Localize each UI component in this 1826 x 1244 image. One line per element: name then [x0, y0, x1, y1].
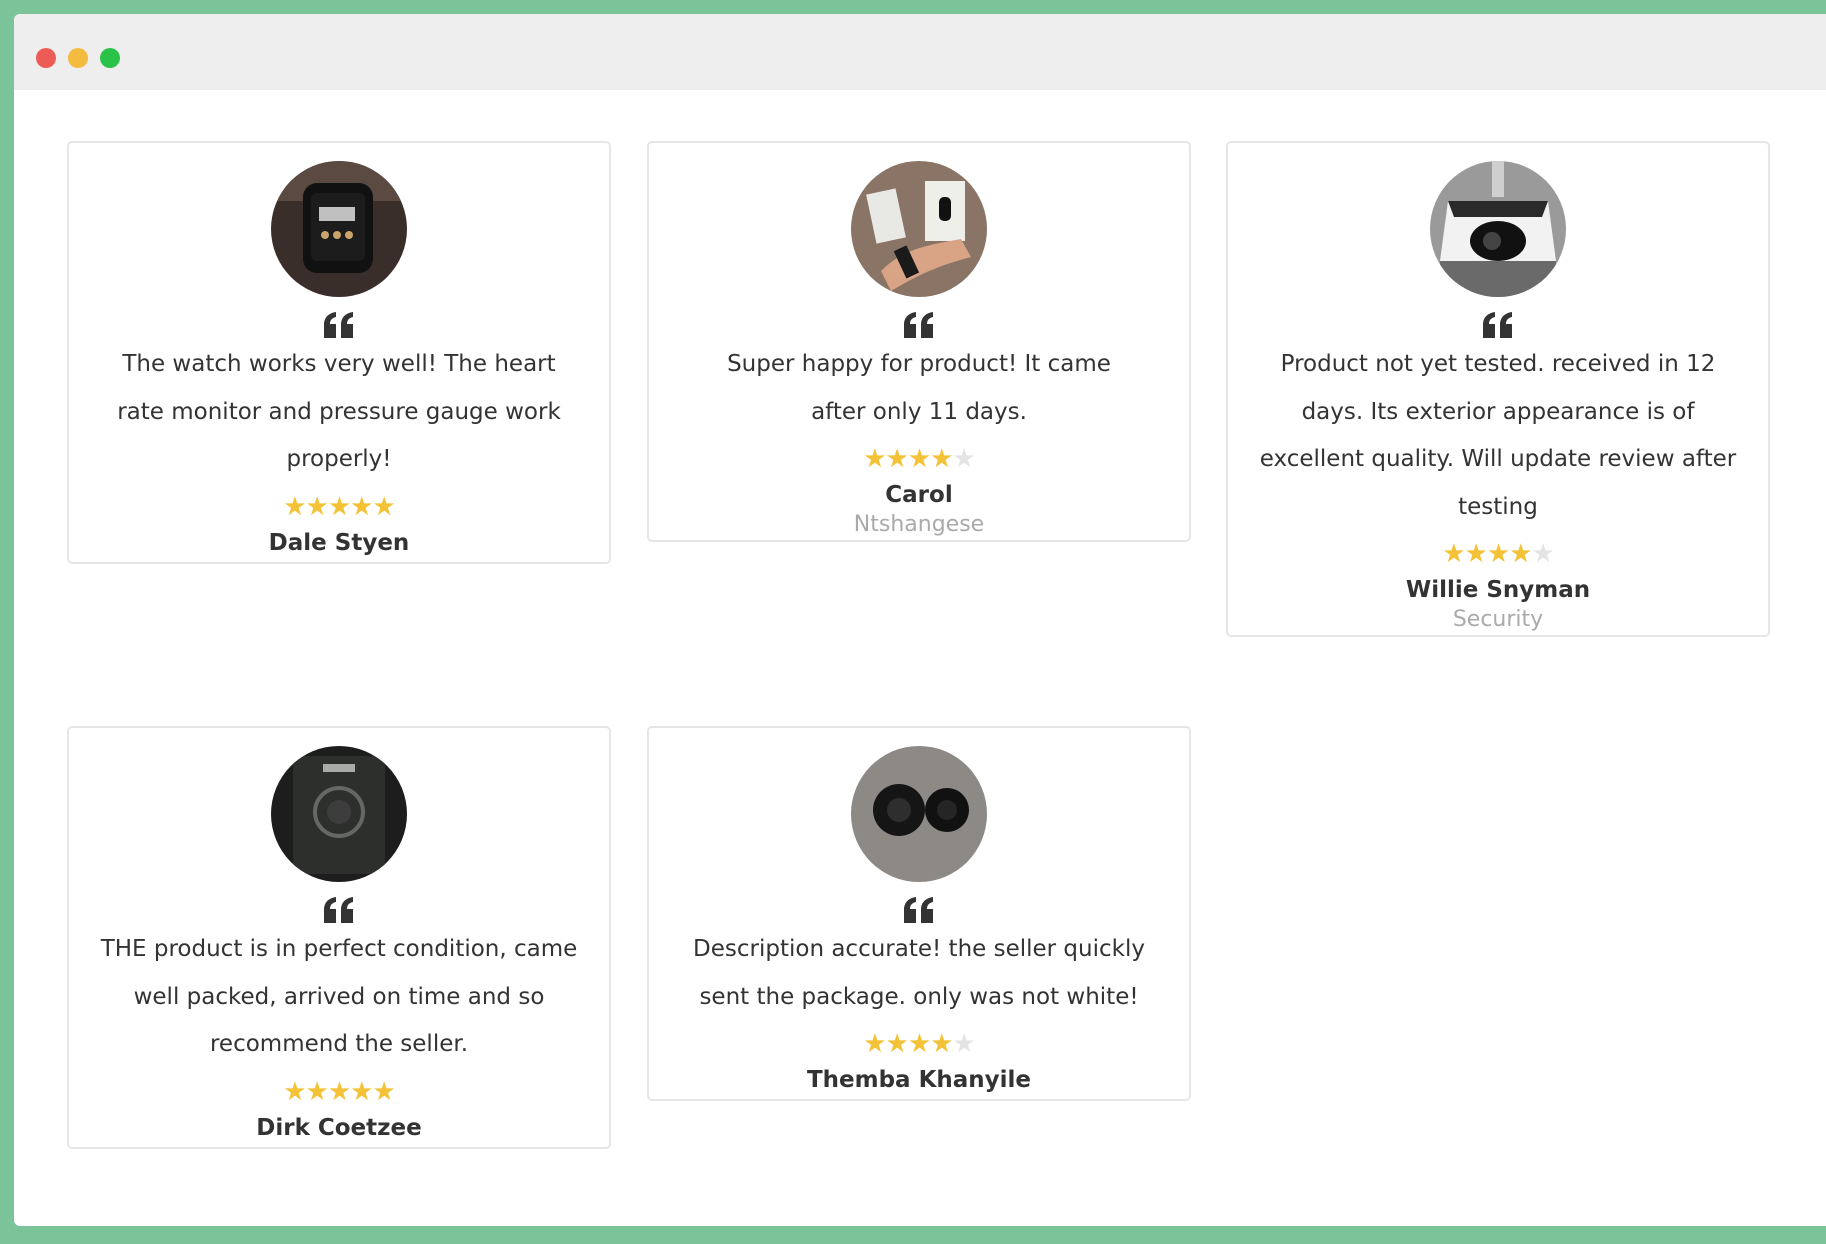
star-icon: ★: [1464, 538, 1488, 568]
star-icon: ★: [863, 443, 886, 473]
review-card: Super happy for product! It came after o…: [647, 141, 1191, 542]
reviewer-name: Carol: [885, 482, 953, 508]
star-icon: ★: [952, 443, 975, 473]
product-photo-fitness-band: [851, 161, 987, 297]
maximize-window-button[interactable]: [100, 48, 120, 68]
quote-icon: [904, 312, 933, 338]
star-icon: ★: [1486, 538, 1510, 568]
minimize-window-button[interactable]: [68, 48, 88, 68]
star-rating: ★★★★★: [649, 1027, 1189, 1059]
star-icon: ★: [305, 490, 329, 521]
review-card: Description accurate! the seller quickly…: [647, 726, 1191, 1101]
star-rating: ★★★★★: [1228, 537, 1768, 569]
star-icon: ★: [885, 443, 909, 473]
quote-icon: [324, 312, 353, 338]
star-icon: ★: [350, 490, 373, 521]
reviewer-role: Security: [1452, 607, 1544, 632]
star-icon: ★: [372, 1075, 395, 1106]
review-card: The watch works very well! The heart rat…: [67, 141, 611, 564]
reviewer-name: Themba Khanyile: [806, 1067, 1032, 1093]
star-icon: ★: [952, 1028, 975, 1058]
product-photo-earbuds: [851, 746, 987, 882]
star-icon: ★: [327, 1075, 351, 1106]
reviewer-name: Willie Snyman: [1405, 577, 1591, 603]
quote-icon: [904, 897, 933, 923]
star-icon: ★: [283, 490, 306, 521]
product-photo-smartwatch: [271, 161, 407, 297]
star-icon: ★: [930, 1028, 953, 1058]
star-icon: ★: [372, 490, 395, 521]
review-text: Product not yet tested. received in 12 d…: [1259, 351, 1737, 520]
reviewer-role: Ntshangese: [853, 512, 985, 537]
star-icon: ★: [350, 1075, 373, 1106]
star-icon: ★: [1509, 538, 1532, 568]
star-icon: ★: [327, 490, 351, 521]
product-photo-boxed-watch: [271, 746, 407, 882]
star-icon: ★: [907, 443, 931, 473]
reviewer-name: Dirk Coetzee: [256, 1114, 422, 1141]
star-icon: ★: [863, 1028, 886, 1058]
window-titlebar: [14, 14, 1826, 90]
review-card: THE product is in perfect condition, cam…: [67, 726, 611, 1149]
review-text: The watch works very well! The heart rat…: [117, 351, 561, 472]
star-icon: ★: [1442, 538, 1465, 568]
star-rating: ★★★★★: [69, 1075, 609, 1107]
close-window-button[interactable]: [36, 48, 56, 68]
star-icon: ★: [1531, 538, 1554, 568]
star-rating: ★★★★★: [69, 490, 609, 522]
quote-icon: [324, 897, 353, 923]
product-photo-security-camera: [1430, 161, 1566, 297]
review-card: Product not yet tested. received in 12 d…: [1226, 141, 1770, 637]
star-icon: ★: [907, 1028, 931, 1058]
star-icon: ★: [305, 1075, 329, 1106]
star-icon: ★: [885, 1028, 909, 1058]
reviewer-name: Dale Styen: [268, 529, 410, 556]
star-icon: ★: [283, 1075, 306, 1106]
star-rating: ★★★★★: [649, 442, 1189, 474]
review-text: Description accurate! the seller quickly…: [693, 936, 1145, 1010]
star-icon: ★: [930, 443, 953, 473]
review-text: Super happy for product! It came after o…: [727, 351, 1111, 425]
browser-window: The watch works very well! The heart rat…: [14, 14, 1826, 1226]
review-text: THE product is in perfect condition, cam…: [100, 936, 578, 1057]
quote-icon: [1483, 312, 1512, 338]
